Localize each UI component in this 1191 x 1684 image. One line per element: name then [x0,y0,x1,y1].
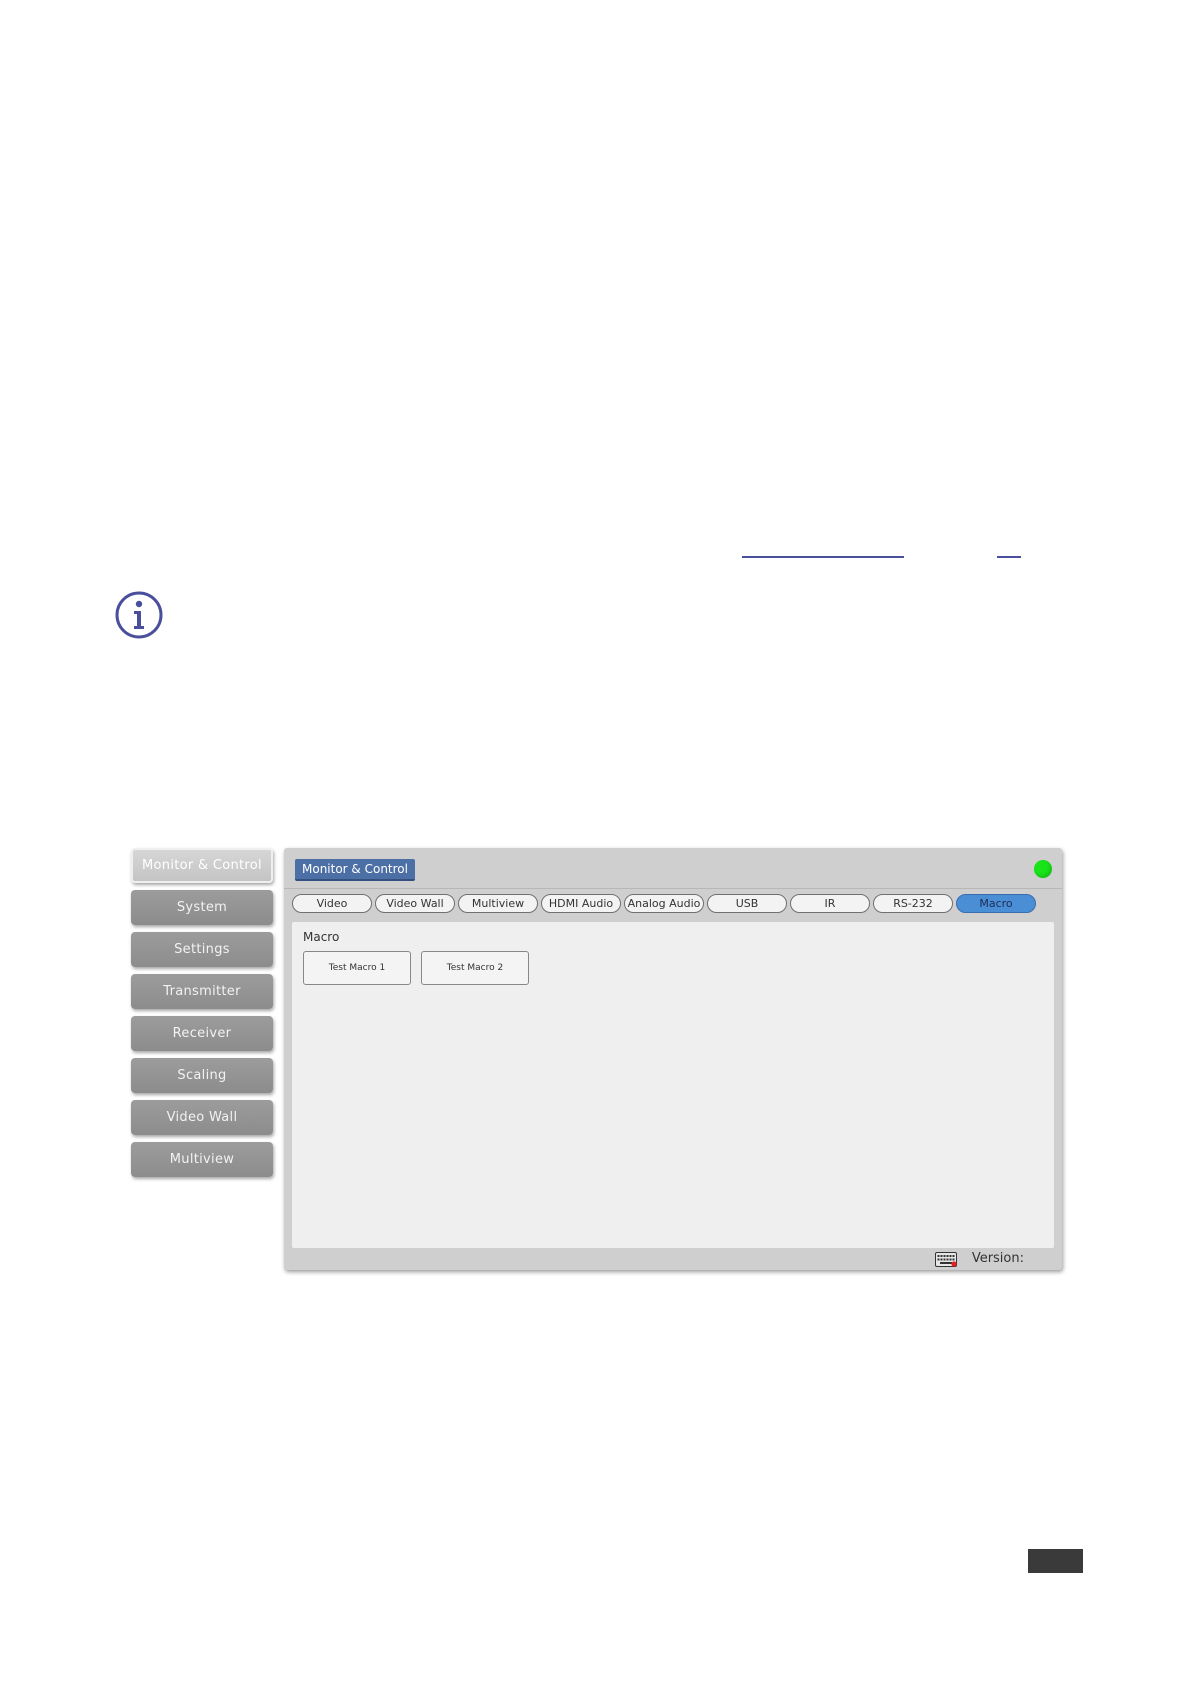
connection-status-icon [1034,860,1052,878]
sidebar-item-receiver[interactable]: Receiver [131,1016,273,1051]
page-link-underline[interactable] [997,556,1021,558]
tab-bar: Video Video Wall Multiview HDMI Audio An… [292,894,1054,914]
sidebar-item-system[interactable]: System [131,890,273,925]
main-panel: Monitor & Control Video Video Wall Multi… [284,848,1062,1270]
tab-multiview[interactable]: Multiview [458,894,538,913]
sidebar-item-transmitter[interactable]: Transmitter [131,974,273,1009]
sidebar-item-scaling[interactable]: Scaling [131,1058,273,1093]
info-icon [115,591,163,639]
tab-ir[interactable]: IR [790,894,870,913]
section-label: Macro [303,930,340,944]
keyboard-icon[interactable] [935,1252,957,1267]
tab-hdmi-audio[interactable]: HDMI Audio [541,894,621,913]
tab-macro[interactable]: Macro [956,894,1036,913]
sidebar-item-monitor-control[interactable]: Monitor & Control [131,848,273,883]
hyperlink-underline[interactable] [742,556,904,558]
test-macro-2-button[interactable]: Test Macro 2 [421,951,529,985]
version-label: Version: [971,1251,1024,1266]
sidebar-item-settings[interactable]: Settings [131,932,273,967]
tab-analog-audio[interactable]: Analog Audio [624,894,704,913]
tab-video-wall[interactable]: Video Wall [375,894,455,913]
tab-video[interactable]: Video [292,894,372,913]
sidebar-item-multiview[interactable]: Multiview [131,1142,273,1177]
page-number-tab [1028,1549,1083,1573]
header-divider [284,888,1062,889]
panel-footer: Version: [284,1250,1062,1270]
tab-rs-232[interactable]: RS-232 [873,894,953,913]
sidebar-item-video-wall[interactable]: Video Wall [131,1100,273,1135]
macro-content-area: Macro Test Macro 1 Test Macro 2 [292,922,1054,1248]
test-macro-1-button[interactable]: Test Macro 1 [303,951,411,985]
tab-usb[interactable]: USB [707,894,787,913]
page-title: Monitor & Control [295,859,415,881]
